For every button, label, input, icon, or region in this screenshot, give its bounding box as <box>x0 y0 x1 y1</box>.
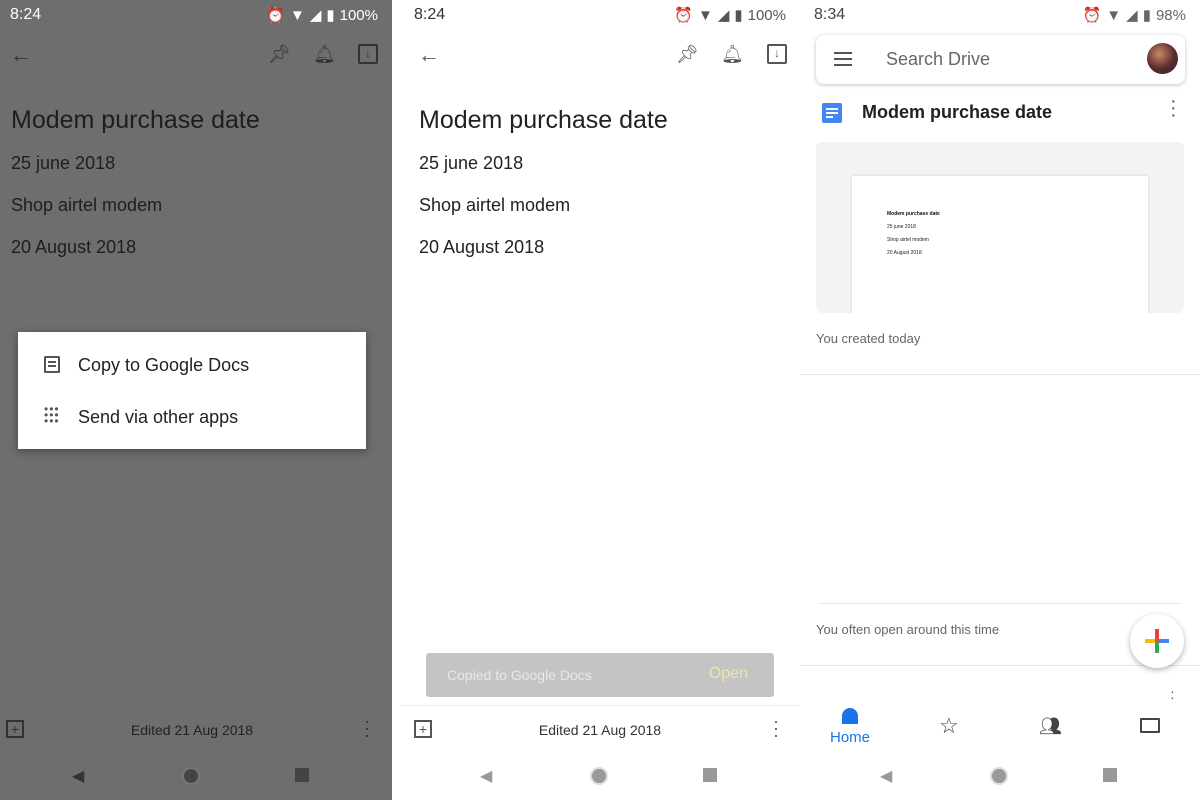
file-name[interactable]: Modem purchase date <box>862 102 1052 123</box>
keep-screen: 8:24 ⏰ ▼ ◢ ▮ 100% ← 📌︎ 🔔︎ ↓ Modem purchase d… <box>400 0 800 800</box>
send-menu: Copy to Google Docs ••• ••• ••• Send via o… <box>18 332 366 449</box>
preview-line: 20 August 2018 <box>887 250 922 256</box>
nav-tab-starred[interactable]: ☆ <box>939 713 959 739</box>
divider <box>800 374 1200 375</box>
nav-recents-icon[interactable] <box>1103 768 1117 782</box>
file-preview[interactable]: Modem purchase date 25 june 2018 Shop ai… <box>816 142 1184 313</box>
archive-icon[interactable]: ↓ <box>358 44 378 64</box>
snackbar: Copied to Google Docs Open <box>426 653 774 697</box>
archive-icon[interactable]: ↓ <box>767 44 787 64</box>
signal-icon: ◢ <box>309 7 322 24</box>
pin-icon[interactable]: 📌︎ <box>676 44 699 65</box>
signal-icon: ◢ <box>717 7 730 24</box>
status-bar: ⏰ ▼ ◢ ▮ 98% <box>1082 6 1186 25</box>
nav-back-icon[interactable]: ◀ <box>880 766 892 786</box>
note-line: Shop airtel modem <box>11 195 163 215</box>
note-line: Shop airtel modem <box>419 195 571 215</box>
search-bar[interactable]: Search Drive <box>816 35 1185 84</box>
nav-back-icon[interactable]: ◀ <box>480 766 492 786</box>
nav-tab-home[interactable]: Home <box>820 708 880 746</box>
menu-item-label: Send via other apps <box>78 407 239 427</box>
nav-home-icon[interactable] <box>182 767 200 785</box>
status-time: 8:24 <box>414 6 446 23</box>
file-more-options-icon[interactable]: · · · <box>1170 91 1177 125</box>
divider <box>800 665 1200 666</box>
snackbar-message: Copied to Google Docs <box>447 667 592 683</box>
preview-title: Modem purchase date <box>887 211 940 217</box>
note-line: 20 August 2018 <box>11 237 137 257</box>
wifi-icon: ▼ <box>1106 6 1122 24</box>
more-options-icon[interactable]: · · <box>1170 684 1175 704</box>
edited-timestamp: Edited 21 Aug 2018 <box>130 722 254 738</box>
avatar[interactable] <box>1147 43 1178 74</box>
divider <box>400 705 800 706</box>
battery-level: 100% <box>747 6 786 24</box>
back-arrow-icon[interactable]: ← <box>10 42 32 68</box>
nav-tab-files[interactable] <box>1140 718 1160 733</box>
document-icon <box>44 356 60 373</box>
plus-icon <box>1145 629 1169 653</box>
drive-screen: 8:34 ⏰ ▼ ◢ ▮ 98% Search Drive Modem purchase… <box>800 0 1200 800</box>
reminder-bell-icon[interactable]: 🔔︎ <box>313 44 336 65</box>
alarm-icon: ⏰ <box>266 7 285 24</box>
apps-grid-icon: ••• ••• ••• <box>44 402 60 428</box>
more-options-icon[interactable]: · · · <box>364 712 370 744</box>
nav-home-icon[interactable] <box>990 767 1008 785</box>
status-time: 8:24 <box>10 6 42 23</box>
alarm-icon: ⏰ <box>1082 7 1102 24</box>
keep-dimmed-screen: 8:24 ⏰ ▼ ◢ ▮ 100% ← 📌︎ 🔔︎ ↓ Modem purchase d… <box>0 0 392 800</box>
search-input[interactable]: Search Drive <box>886 49 990 70</box>
new-fab-button[interactable] <box>1130 614 1184 668</box>
document-thumbnail: Modem purchase date 25 june 2018 Shop ai… <box>852 176 1148 313</box>
more-options-icon[interactable]: · · · <box>773 712 779 744</box>
alarm-icon: ⏰ <box>674 7 693 24</box>
battery-level: 98% <box>1155 6 1186 24</box>
divider <box>392 0 400 800</box>
battery-level: 100% <box>339 6 378 24</box>
note-title: Modem purchase date <box>11 106 260 134</box>
file-caption: You created today <box>816 331 921 346</box>
people-icon: 👥︎ <box>1039 716 1062 736</box>
suggestion-caption: You often open around this time <box>816 622 1000 637</box>
wifi-icon: ▼ <box>289 6 305 24</box>
signal-icon: ◢ <box>1126 7 1138 24</box>
home-icon <box>842 708 858 724</box>
note-line: 25 june 2018 <box>419 153 524 173</box>
status-time: 8:34 <box>814 6 846 23</box>
reminder-bell-icon[interactable]: 🔔︎ <box>721 44 744 65</box>
docs-file-icon <box>822 103 842 123</box>
battery-icon: ▮ <box>1142 7 1151 24</box>
nav-tab-shared[interactable]: 👥︎ <box>1039 716 1062 737</box>
preview-line: 25 june 2018 <box>887 224 916 230</box>
note-line: 25 june 2018 <box>11 153 116 173</box>
wifi-icon: ▼ <box>697 6 713 24</box>
menu-item-send-other-apps[interactable]: ••• ••• ••• Send via other apps <box>18 392 366 442</box>
note-title: Modem purchase date <box>419 106 668 134</box>
star-icon: ☆ <box>939 713 959 738</box>
menu-item-copy-to-docs[interactable]: Copy to Google Docs <box>18 340 366 390</box>
status-bar: ⏰ ▼ ◢ ▮ 100% <box>674 6 786 25</box>
menu-icon[interactable] <box>834 52 852 66</box>
divider <box>820 603 1180 604</box>
nav-recents-icon[interactable] <box>295 768 309 782</box>
nav-back-icon[interactable]: ◀ <box>72 766 84 786</box>
snackbar-open-button[interactable]: Open <box>709 665 748 683</box>
back-arrow-icon[interactable]: ← <box>418 42 440 68</box>
status-bar: ⏰ ▼ ◢ ▮ 100% <box>266 6 378 25</box>
menu-item-label: Copy to Google Docs <box>78 355 250 375</box>
preview-line: Shop airtel modem <box>887 237 929 243</box>
edited-timestamp: Edited 21 Aug 2018 <box>538 722 662 738</box>
note-line: 20 August 2018 <box>419 237 545 257</box>
nav-home-icon[interactable] <box>590 767 608 785</box>
pin-icon[interactable]: 📌︎ <box>268 44 291 65</box>
nav-recents-icon[interactable] <box>703 768 717 782</box>
nav-tab-label: Home <box>829 729 870 746</box>
battery-icon: ▮ <box>734 7 743 24</box>
battery-icon: ▮ <box>326 7 335 24</box>
